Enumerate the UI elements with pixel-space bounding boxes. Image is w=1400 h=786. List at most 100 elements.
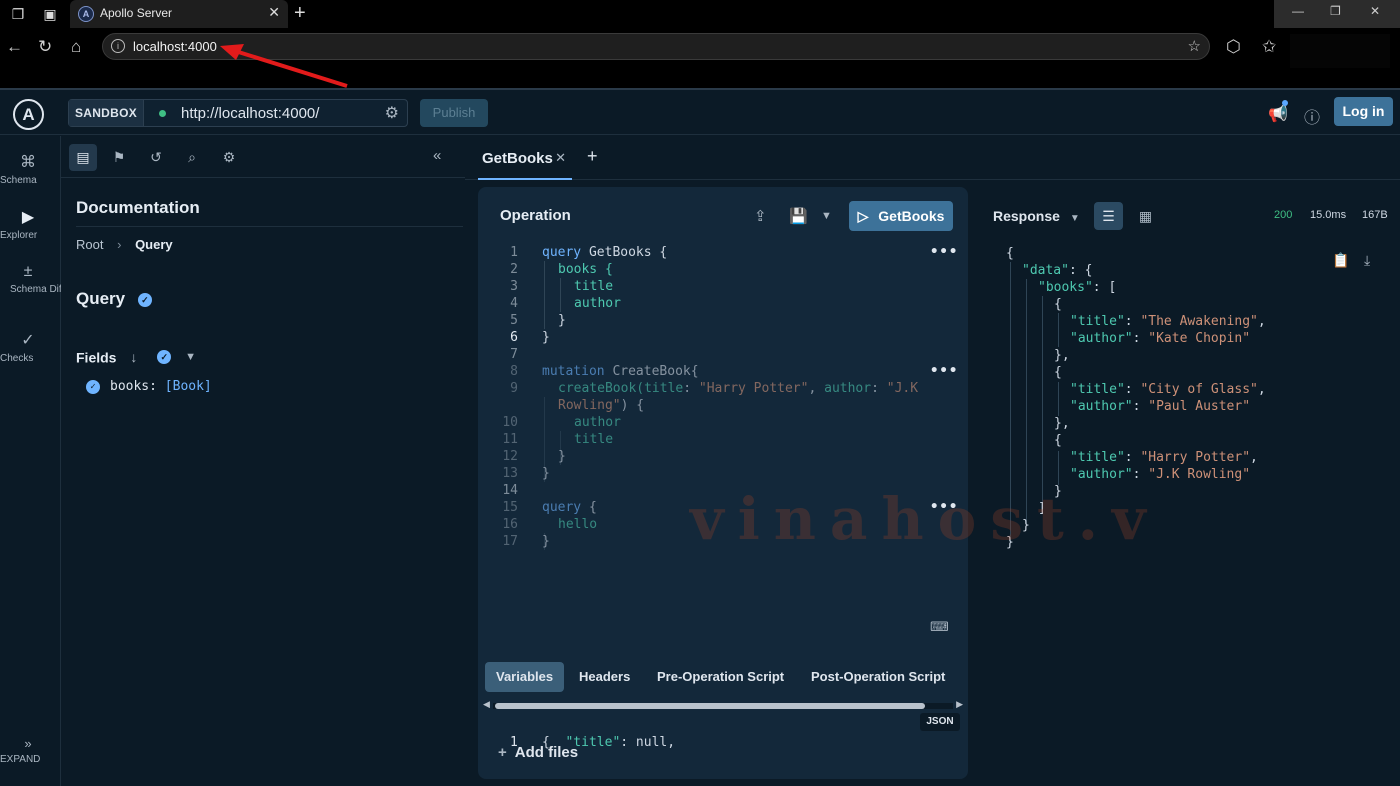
play-icon: ▷ <box>857 208 869 224</box>
response-dropdown[interactable]: Response ▼ <box>993 208 1080 224</box>
profile-area[interactable] <box>1290 34 1390 68</box>
login-button[interactable]: Log in <box>1334 97 1393 126</box>
save-icon[interactable]: 💾 <box>789 207 808 225</box>
tab-pre-operation-script[interactable]: Pre-Operation Script <box>657 662 784 692</box>
close-window-icon[interactable]: ✕ <box>1370 4 1380 18</box>
tab-variables[interactable]: Variables <box>485 662 565 692</box>
bookmark-star-icon[interactable]: ☆ <box>1188 37 1201 55</box>
documentation-panel: ▤ ⚑ ↺ ⌕ ⚙ « Documentation Root › Query Q… <box>61 136 465 786</box>
tab-label: GetBooks <box>482 150 553 167</box>
json-line: { <box>1054 433 1062 448</box>
indent-guide <box>1058 382 1059 416</box>
json-line: "books": [ <box>1038 280 1117 295</box>
indent-guide <box>1042 296 1043 508</box>
select-all-check-icon[interactable]: ✓ <box>157 350 172 365</box>
scroll-left-icon[interactable]: ◀ <box>483 699 490 710</box>
json-badge[interactable]: JSON <box>920 713 960 731</box>
watermark: vinahost.v <box>690 485 1160 553</box>
chevron-down-icon[interactable]: ▼ <box>821 210 832 222</box>
add-tab-icon[interactable]: + <box>587 146 598 167</box>
settings-icon[interactable]: ⚙ <box>215 144 243 171</box>
keyboard-shortcuts-icon[interactable]: ⌨ <box>930 619 949 635</box>
json-line: "title": "City of Glass", <box>1070 382 1266 397</box>
chevron-right-icon: › <box>117 237 122 252</box>
collapse-panel-icon[interactable]: « <box>433 147 441 164</box>
sort-icon[interactable]: ↓ <box>130 349 137 365</box>
json-line: "author": "Paul Auster" <box>1070 399 1251 414</box>
table-view-icon[interactable]: ▦ <box>1131 202 1160 230</box>
close-tab-icon[interactable]: ✕ <box>555 150 566 166</box>
schema-diff-icon: ± <box>23 263 33 280</box>
rail-item-schema[interactable]: ⌘ Schema <box>0 152 56 186</box>
breadcrumb-query: Query <box>135 237 173 252</box>
rail-expand-label: EXPAND <box>0 754 41 765</box>
notification-dot <box>1282 100 1288 106</box>
divider <box>76 226 463 227</box>
favorites-icon[interactable]: ✩ <box>1262 37 1276 57</box>
field-name: books: <box>110 379 157 394</box>
scroll-thumb[interactable] <box>495 703 925 709</box>
minimize-icon[interactable]: — <box>1292 4 1304 18</box>
apollo-logo-icon[interactable]: A <box>13 99 44 130</box>
json-view-icon[interactable]: ☰ <box>1094 202 1123 230</box>
breadcrumb-root[interactable]: Root <box>76 237 103 252</box>
publish-button[interactable]: Publish <box>420 99 488 127</box>
json-line: "title": "Harry Potter", <box>1070 450 1258 465</box>
download-icon[interactable]: ⤓ <box>1364 252 1370 269</box>
breadcrumb: Root › Query <box>76 237 173 252</box>
rail-expand-button[interactable]: » EXPAND <box>0 736 56 765</box>
endpoint-input[interactable]: http://localhost:4000/ <box>181 105 319 122</box>
type-title: Query ✓ <box>76 289 152 309</box>
response-time: 15.0ms <box>1310 209 1347 221</box>
field-row-books[interactable]: ✓ books: [Book] <box>86 379 212 394</box>
docs-title: Documentation <box>76 198 200 217</box>
tab-headers[interactable]: Headers <box>579 662 630 692</box>
explorer-icon: ▶ <box>21 209 35 226</box>
documentation-icon[interactable]: ▤ <box>69 144 97 171</box>
connection-settings-icon[interactable]: ⚙ <box>385 103 399 123</box>
run-operation-button[interactable]: ▷ GetBooks <box>849 201 953 231</box>
copy-icon[interactable]: 📋 <box>1332 252 1349 269</box>
rail-item-checks[interactable]: ✓ Checks <box>0 330 56 364</box>
json-line: "data": { <box>1022 263 1093 278</box>
share-icon[interactable]: ⇪ <box>754 207 767 225</box>
annotation-arrow-icon <box>220 44 348 88</box>
tab-post-operation-script[interactable]: Post-Operation Script <box>811 662 945 692</box>
check-circle-icon[interactable]: ✓ <box>137 292 152 307</box>
indent-guide <box>1058 313 1059 347</box>
add-files-button[interactable]: + Add files <box>498 744 578 761</box>
history-icon[interactable]: ↺ <box>142 144 170 171</box>
extensions-icon[interactable]: ⬡ <box>1226 37 1241 57</box>
scroll-right-icon[interactable]: ▶ <box>956 699 963 710</box>
app-header: A SANDBOX http://localhost:4000/ ⚙ Publi… <box>0 90 1400 135</box>
rail-item-label: Schema <box>0 175 37 186</box>
rail-item-label: Schema Diff <box>10 284 65 295</box>
operation-tabs: GetBooks ✕ + <box>465 136 1400 180</box>
left-rail: ⌘ Schema ▶ Explorer ± Schema Diff ✓ Chec… <box>0 136 64 786</box>
status-code: 200 <box>1274 209 1293 221</box>
field-check-icon[interactable]: ✓ <box>86 379 100 394</box>
rail-item-schema-diff[interactable]: ± Schema Diff <box>0 263 64 295</box>
horizontal-scrollbar[interactable]: ◀ ▶ <box>483 699 963 711</box>
variables-tabs: Variables Headers Pre-Operation Script P… <box>478 657 968 697</box>
search-icon[interactable]: ⌕ <box>178 144 206 171</box>
help-icon[interactable]: ⓘ <box>1304 104 1320 128</box>
bookmark-icon[interactable]: ⚑ <box>105 144 133 171</box>
json-line: }, <box>1054 416 1070 431</box>
rail-item-explorer[interactable]: ▶ Explorer <box>0 207 56 241</box>
json-line: { <box>1054 365 1062 380</box>
field-type-link[interactable]: [Book] <box>165 379 212 394</box>
response-label: Response <box>993 208 1060 224</box>
chevron-down-icon: ▼ <box>1069 213 1080 224</box>
operation-menu-icon[interactable]: ••• <box>930 363 958 379</box>
chevron-down-icon[interactable]: ▼ <box>185 351 196 363</box>
maximize-icon[interactable]: ❐ <box>1330 4 1341 18</box>
window-controls: — ❐ ✕ <box>1274 0 1400 28</box>
tab-getbooks[interactable]: GetBooks ✕ <box>478 136 572 180</box>
announcements-icon[interactable]: 📢 <box>1268 104 1288 124</box>
sandbox-endpoint-bar[interactable]: SANDBOX http://localhost:4000/ ⚙ <box>68 99 408 127</box>
operation-menu-icon[interactable]: ••• <box>930 244 958 260</box>
json-line: "author": "J.K Rowling" <box>1070 467 1251 482</box>
run-button-label: GetBooks <box>878 208 945 224</box>
operation-title: Operation <box>500 207 571 224</box>
